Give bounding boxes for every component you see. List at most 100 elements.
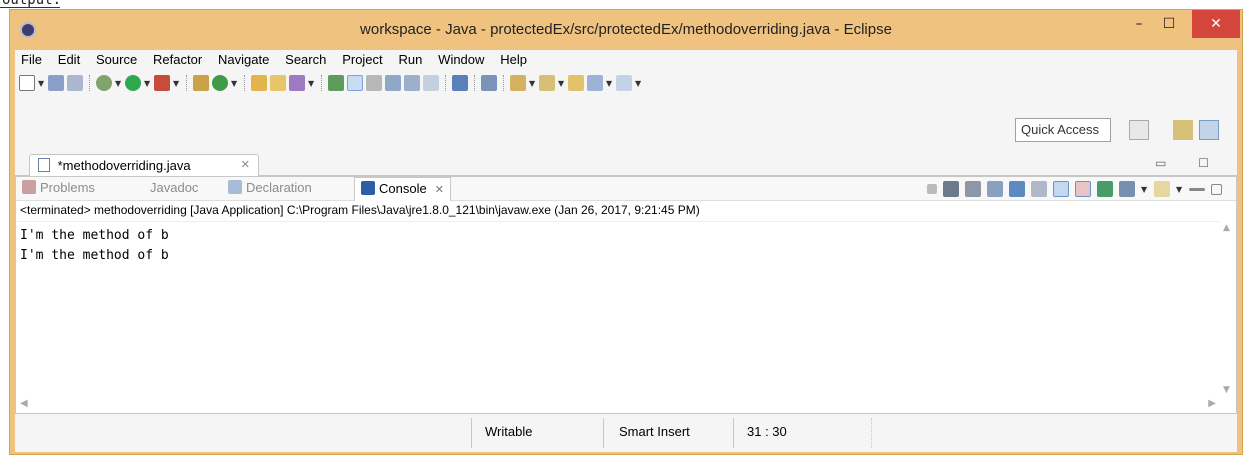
remove-launch-icon[interactable] — [943, 181, 959, 197]
previous-annotation-icon[interactable] — [539, 75, 555, 91]
toolbar-separator — [321, 75, 322, 91]
launch-status-line: <terminated> methodoverriding [Java Appl… — [20, 203, 700, 217]
new-package-icon[interactable] — [193, 75, 209, 91]
clipped-output-label: output: — [0, 0, 60, 8]
save-icon[interactable] — [48, 75, 64, 91]
minimize-view-icon[interactable] — [1189, 187, 1205, 191]
java-ee-perspective-icon[interactable] — [1173, 120, 1193, 140]
tab-declaration[interactable]: Declaration — [228, 180, 312, 195]
menu-window[interactable]: Window — [432, 50, 490, 67]
tab-label: Javadoc — [150, 180, 199, 195]
vertical-scrollbar[interactable]: ▲ ▼ — [1220, 221, 1236, 397]
toolbar-separator — [89, 75, 90, 91]
main-toolbar: ▼ ▼ ▼ ▼ ▼ ▼ ▼ ▼ ▼ ▼ — [15, 70, 1237, 96]
show-on-stderr-icon[interactable] — [1075, 181, 1091, 197]
display-console-icon[interactable] — [1119, 181, 1135, 197]
scroll-down-icon[interactable]: ▼ — [1223, 385, 1230, 395]
tab-problems[interactable]: Problems — [22, 180, 95, 195]
show-whitespace-icon[interactable] — [404, 75, 420, 91]
console-icon — [361, 181, 375, 195]
chevron-down-icon[interactable]: ▼ — [144, 79, 151, 88]
chevron-down-icon[interactable]: ▼ — [606, 79, 613, 88]
chevron-down-icon[interactable]: ▼ — [1176, 185, 1183, 194]
annotation-icon[interactable] — [328, 75, 344, 91]
clear-console-icon[interactable] — [987, 181, 1003, 197]
minimize-button[interactable]: – — [1122, 10, 1156, 38]
menu-run[interactable]: Run — [392, 50, 428, 67]
debug-icon[interactable] — [96, 75, 112, 91]
open-folder-icon[interactable] — [251, 75, 267, 91]
chevron-down-icon[interactable]: ▼ — [529, 79, 536, 88]
pilcrow-icon[interactable] — [423, 75, 439, 91]
menu-navigate[interactable]: Navigate — [212, 50, 275, 67]
editor-tab-bar: *methodoverriding.java ✕ ▭ ☐ — [15, 154, 1237, 176]
maximize-button[interactable]: ☐ — [1152, 10, 1186, 38]
last-edit-icon[interactable] — [568, 75, 584, 91]
quick-access-input[interactable]: Quick Access — [1015, 118, 1111, 142]
console-panel: Problems Javadoc Declaration Console ✕ ▼… — [15, 176, 1237, 414]
open-type-icon[interactable] — [270, 75, 286, 91]
problems-icon — [22, 180, 36, 194]
menu-refactor[interactable]: Refactor — [147, 50, 208, 67]
chevron-down-icon[interactable]: ▼ — [173, 79, 180, 88]
close-button[interactable]: ✕ — [1192, 10, 1240, 38]
menu-help[interactable]: Help — [494, 50, 533, 67]
toolbar-separator — [474, 75, 475, 91]
forward-arrow-icon[interactable] — [616, 75, 632, 91]
word-wrap-icon[interactable] — [1031, 181, 1047, 197]
pin-console-icon[interactable] — [1097, 181, 1113, 197]
run-icon[interactable] — [125, 75, 141, 91]
occurrences-icon[interactable] — [366, 75, 382, 91]
menu-source[interactable]: Source — [90, 50, 143, 67]
menu-file[interactable]: File — [15, 50, 48, 67]
console-output[interactable]: I'm the method of b I'm the method of b — [16, 221, 1220, 397]
chevron-down-icon[interactable]: ▼ — [558, 79, 565, 88]
scroll-up-icon[interactable]: ▲ — [1223, 223, 1230, 233]
back-arrow-icon[interactable] — [587, 75, 603, 91]
close-icon[interactable]: ✕ — [241, 158, 250, 171]
tab-console[interactable]: Console ✕ — [354, 177, 451, 201]
perspective-bar: Quick Access — [15, 96, 1237, 154]
next-annotation-icon[interactable] — [510, 75, 526, 91]
chevron-down-icon[interactable]: ▼ — [308, 79, 315, 88]
chevron-down-icon[interactable]: ▼ — [1141, 185, 1148, 194]
skip-breakpoints-icon[interactable] — [481, 75, 497, 91]
highlight-icon[interactable] — [347, 75, 363, 91]
close-icon[interactable]: ✕ — [435, 184, 444, 196]
maximize-view-icon[interactable] — [1211, 183, 1222, 195]
block-selection-icon[interactable] — [385, 75, 401, 91]
chevron-down-icon[interactable]: ▼ — [635, 79, 642, 88]
scroll-left-icon[interactable]: ◀ — [20, 398, 28, 409]
pen-icon[interactable] — [289, 75, 305, 91]
editor-window-controls[interactable]: ▭ ☐ — [1155, 156, 1223, 170]
horizontal-scrollbar[interactable]: ◀ ▶ — [16, 397, 1220, 413]
terminate-icon[interactable] — [927, 184, 937, 194]
console-view-icon[interactable] — [452, 75, 468, 91]
toolbar-separator — [186, 75, 187, 91]
scroll-lock-icon[interactable] — [1009, 181, 1025, 197]
scroll-right-icon[interactable]: ▶ — [1208, 398, 1216, 409]
open-perspective-icon[interactable] — [1129, 120, 1149, 140]
tab-javadoc[interactable]: Javadoc — [134, 180, 198, 195]
tab-label: Declaration — [246, 180, 312, 195]
java-perspective-icon[interactable] — [1199, 120, 1219, 140]
show-on-stdout-icon[interactable] — [1053, 181, 1069, 197]
new-file-icon[interactable] — [19, 75, 35, 91]
menu-search[interactable]: Search — [279, 50, 332, 67]
open-console-icon[interactable] — [1154, 181, 1170, 197]
chevron-down-icon[interactable]: ▼ — [115, 79, 122, 88]
remove-all-terminated-icon[interactable] — [965, 181, 981, 197]
chevron-down-icon[interactable]: ▼ — [231, 79, 238, 88]
tab-methodoverriding-java[interactable]: *methodoverriding.java ✕ — [29, 154, 259, 176]
chevron-down-icon[interactable]: ▼ — [38, 79, 45, 88]
menu-edit[interactable]: Edit — [52, 50, 86, 67]
menu-bar: File Edit Source Refactor Navigate Searc… — [15, 50, 1237, 70]
external-tools-icon[interactable] — [154, 75, 170, 91]
status-bar: Writable Smart Insert 31 : 30 — [15, 414, 1237, 452]
menu-project[interactable]: Project — [336, 50, 388, 67]
save-all-icon[interactable] — [67, 75, 83, 91]
toolbar-separator — [503, 75, 504, 91]
title-bar[interactable]: workspace - Java - protectedEx/src/prote… — [10, 10, 1242, 50]
new-class-icon[interactable] — [212, 75, 228, 91]
status-divider — [871, 418, 872, 448]
